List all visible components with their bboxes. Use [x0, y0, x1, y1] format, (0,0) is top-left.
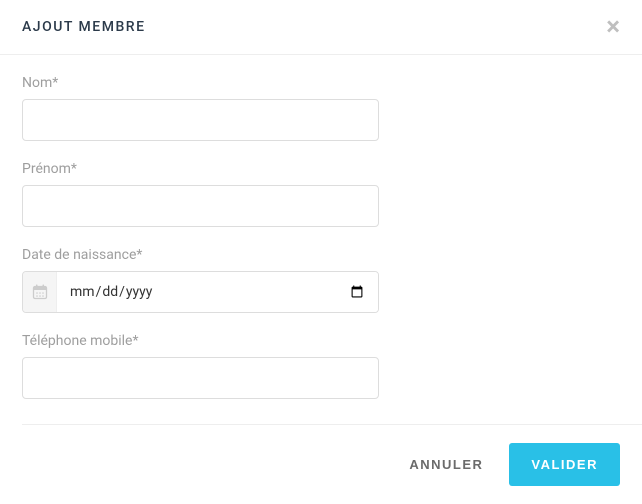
modal-body: Nom* Prénom* Date de naissance*	[0, 55, 642, 429]
phone-label: Téléphone mobile*	[22, 333, 620, 349]
close-icon[interactable]: ×	[606, 14, 620, 40]
nom-label: Nom*	[22, 75, 620, 91]
prenom-label: Prénom*	[22, 161, 620, 177]
modal-footer: ANNULER VALIDER	[22, 424, 642, 504]
phone-input[interactable]	[22, 357, 379, 399]
cancel-button[interactable]: ANNULER	[403, 447, 489, 482]
form-group-nom: Nom*	[22, 75, 620, 141]
date-label: Date de naissance*	[22, 247, 620, 263]
date-input-wrapper	[22, 271, 379, 313]
modal-title: AJOUT MEMBRE	[22, 19, 146, 35]
form-group-prenom: Prénom*	[22, 161, 620, 227]
calendar-icon[interactable]	[23, 272, 57, 312]
nom-input[interactable]	[22, 99, 379, 141]
submit-button[interactable]: VALIDER	[509, 443, 620, 486]
calendar-icon-svg	[32, 284, 48, 300]
date-input[interactable]	[57, 272, 378, 312]
form-group-phone: Téléphone mobile*	[22, 333, 620, 399]
prenom-input[interactable]	[22, 185, 379, 227]
modal-header: AJOUT MEMBRE ×	[0, 0, 642, 55]
form-group-date: Date de naissance*	[22, 247, 620, 313]
